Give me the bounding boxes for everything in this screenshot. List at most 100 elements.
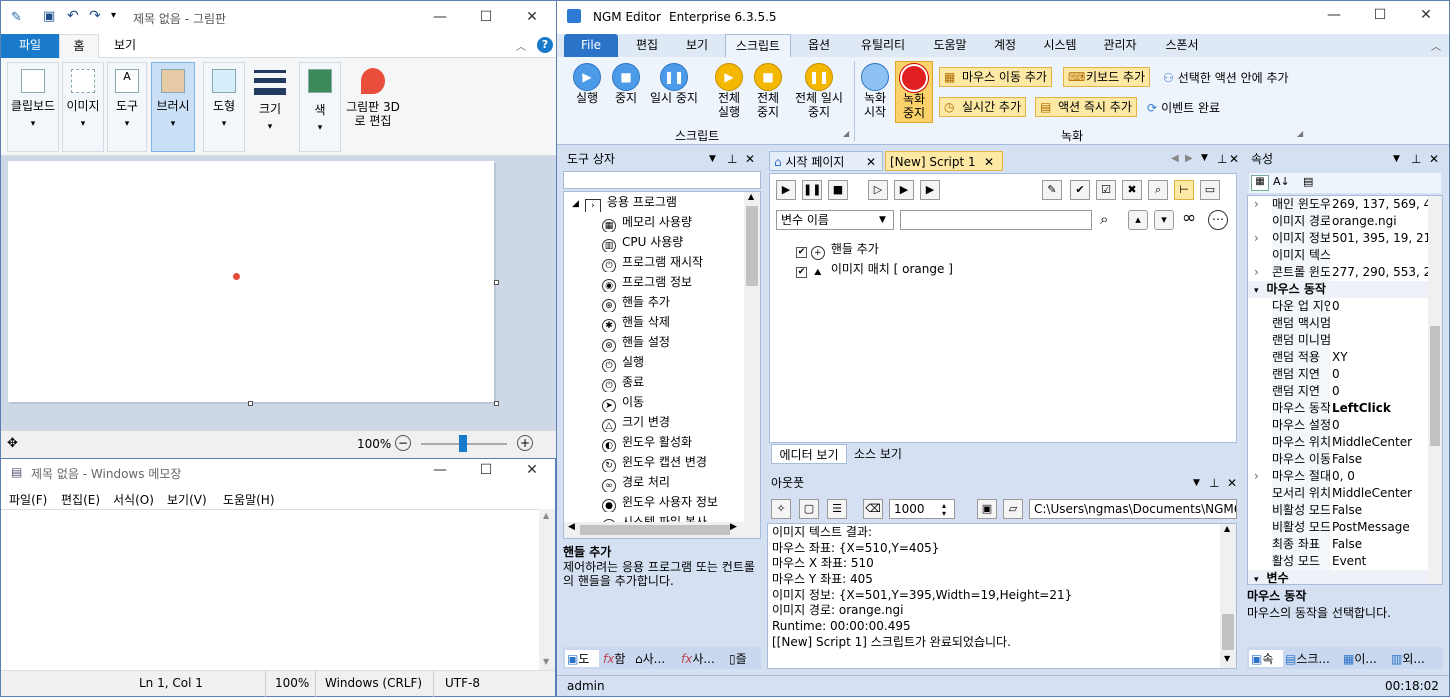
menu-view[interactable]: 보기(V) <box>167 491 207 508</box>
color-group[interactable]: 색 ▾ <box>299 62 341 152</box>
quick-access-dropdown-icon[interactable]: ▾ <box>111 10 116 21</box>
editor-screen-icon[interactable]: ▭ <box>1200 180 1220 200</box>
property-row[interactable]: 활성 모드 Event <box>1248 553 1428 570</box>
ngm-tab-sponsor[interactable]: 스폰서 <box>1157 34 1207 57</box>
zoom-out-icon[interactable]: − <box>395 435 411 451</box>
ngm-tab-help[interactable]: 도움말 <box>925 34 975 57</box>
output-list-icon[interactable]: ☰ <box>827 499 847 519</box>
help-icon[interactable]: ? <box>537 37 553 53</box>
record-group-launcher-icon[interactable]: ◢ <box>1297 129 1303 138</box>
property-section-mouse[interactable]: ▾ 마우스 동작 <box>1248 281 1428 298</box>
zoom-slider-thumb[interactable] <box>459 435 467 452</box>
bottom-tab-props[interactable]: ▣속 <box>1249 650 1283 667</box>
editor-pin-icon[interactable]: ⊥ <box>1217 152 1227 166</box>
add-inside-selected-link[interactable]: ⚇ 선택한 액션 안에 추가 <box>1163 69 1289 86</box>
toolbox-pin-icon[interactable]: ⊥ <box>727 149 737 169</box>
output-doc-icon[interactable]: ▢ <box>799 499 819 519</box>
output-dropdown-icon[interactable]: ▼ <box>1193 473 1200 493</box>
property-row[interactable]: 비활성 모드 False <box>1248 502 1428 519</box>
property-pages-icon[interactable]: ▤ <box>1303 175 1313 188</box>
output-eraser-icon[interactable]: ⌫ <box>863 499 883 519</box>
paint-maximize-icon[interactable]: ☐ <box>463 1 509 34</box>
tree-item[interactable]: ⏻ 실행 <box>602 352 742 372</box>
variable-select[interactable]: 변수 이름 ▼ <box>776 210 894 230</box>
item-checkbox[interactable]: ✔ <box>796 247 807 258</box>
save-icon[interactable]: ▣ <box>43 9 55 24</box>
editor-tree-icon[interactable]: ⊢ <box>1174 180 1194 200</box>
property-row[interactable]: 최종 좌표 False <box>1248 536 1428 553</box>
ngm-tab-account[interactable]: 계정 <box>983 34 1027 57</box>
zoom-in-icon[interactable]: + <box>517 435 533 451</box>
tree-item[interactable]: ⏻ 종료 <box>602 372 742 392</box>
bottom-tab-toolbox[interactable]: ▣도 <box>565 650 599 667</box>
tree-item[interactable]: ◐ 윈도우 활성화 <box>602 432 742 452</box>
tree-item[interactable]: ● 윈도우 사용자 정보 <box>602 492 742 512</box>
ngm-tab-file[interactable]: File <box>564 34 618 57</box>
ngm-tab-view[interactable]: 보기 <box>675 34 719 57</box>
pause-all-button[interactable]: ❚❚ 전체 일시 중지 <box>789 63 849 119</box>
menu-edit[interactable]: 편집(E) <box>61 491 100 508</box>
menu-help[interactable]: 도움말(H) <box>223 491 275 508</box>
output-path-input[interactable]: C:\Users\ngmas\Documents\NGM6\ <box>1029 499 1237 519</box>
script-item-image-match[interactable]: ✔ ⛰ 이미지 매치 [ orange ] <box>796 260 953 281</box>
property-row[interactable]: 이미지 경로 orange.ngi <box>1248 213 1428 230</box>
run-all-button[interactable]: ▶ 전체 실행 <box>709 63 749 119</box>
ngm-close-icon[interactable]: ✕ <box>1403 0 1449 32</box>
tree-item[interactable]: ⊕ 핸들 추가 <box>602 292 742 312</box>
script-tab-close-icon[interactable]: ✕ <box>984 152 994 170</box>
more-icon[interactable]: ⋯ <box>1208 210 1228 230</box>
output-line-count-input[interactable]: 1000 ▴ ▾ <box>889 499 955 519</box>
size-group[interactable]: 크기 ▾ <box>251 62 289 152</box>
toolbox-close-icon[interactable]: ✕ <box>745 149 755 169</box>
item-checkbox[interactable]: ✔ <box>796 267 807 278</box>
property-row[interactable]: › 이미지 정보 501, 395, 19, 21 <box>1248 230 1428 247</box>
tab-script-1[interactable]: [New] Script 1 ✕ <box>885 151 1003 171</box>
toolbox-hscrollbar[interactable]: ◀ ▶ <box>564 522 760 538</box>
output-folder-icon[interactable]: ▱ <box>1003 499 1023 519</box>
paint-canvas[interactable] <box>8 161 494 402</box>
record-stop-button[interactable]: 녹화 중지 <box>895 61 933 123</box>
paint-minimize-icon[interactable]: — <box>417 1 463 34</box>
output-pin-icon[interactable]: ⊥ <box>1209 473 1219 493</box>
output-save-icon[interactable]: ▣ <box>977 499 997 519</box>
properties-scrollbar[interactable] <box>1428 196 1442 584</box>
tree-item[interactable]: ↻ 윈도우 캡션 변경 <box>602 452 742 472</box>
editor-check-icon[interactable]: ✔ <box>1070 180 1090 200</box>
sort-az-icon[interactable]: A↓ <box>1273 175 1290 188</box>
output-close-icon[interactable]: ✕ <box>1227 473 1237 493</box>
paint-tab-view[interactable]: 보기 <box>105 34 145 58</box>
tab-scroll-right-icon[interactable]: ▶ <box>1185 153 1193 164</box>
editor-edit-icon[interactable]: ✎ <box>1042 180 1062 200</box>
ngm-tab-utility[interactable]: 유틸리티 <box>851 34 915 57</box>
editor-step-icon[interactable]: ▷ <box>868 180 888 200</box>
stop-button[interactable]: ■ 중지 <box>607 63 645 105</box>
add-mouse-move-button[interactable]: ▦ 마우스 이동 추가 <box>939 67 1052 87</box>
resize-handle-bottom[interactable] <box>248 401 253 406</box>
notepad-close-icon[interactable]: ✕ <box>509 456 555 484</box>
ngm-ribbon-collapse-icon[interactable]: ︿ <box>1431 38 1441 53</box>
tab-editor-view[interactable]: 에디터 보기 <box>771 444 847 464</box>
editor-close-icon[interactable]: ✕ <box>1229 152 1239 166</box>
tab-start-page[interactable]: ⌂ 시작 페이지 ✕ <box>769 151 883 171</box>
script-group-launcher-icon[interactable]: ◢ <box>843 129 849 138</box>
output-clean-icon[interactable]: ✧ <box>771 499 791 519</box>
record-start-button[interactable]: 녹화 시작 <box>857 63 893 119</box>
menu-file[interactable]: 파일(F) <box>9 491 47 508</box>
notepad-maximize-icon[interactable]: ☐ <box>463 456 509 484</box>
notepad-text-area[interactable] <box>1 509 539 670</box>
brush-group[interactable]: 브러시 ▾ <box>151 62 195 152</box>
property-row[interactable]: ›콘트롤 윈도우277, 290, 553, 274 <box>1248 264 1428 281</box>
editor-play-icon[interactable]: ▶ <box>776 180 796 200</box>
property-row[interactable]: 모서리 위치 MiddleCenter <box>1248 485 1428 502</box>
toolbox-search-input[interactable] <box>563 171 761 189</box>
undo-icon[interactable]: ↶ <box>67 8 79 24</box>
tree-item[interactable]: ▥ CPU 사용량 <box>602 232 742 252</box>
run-button[interactable]: ▶ 실행 <box>567 63 607 105</box>
stop-all-button[interactable]: ■ 전체 중지 <box>749 63 787 119</box>
tools-group[interactable]: A 도구 ▾ <box>107 62 147 152</box>
tree-root-application[interactable]: ◢ › 응용 프로그램 <box>572 192 677 212</box>
editor-stop-icon[interactable]: ■ <box>828 180 848 200</box>
paint3d-button[interactable]: 그림판 3D로 편집 <box>345 62 401 152</box>
resize-handle-corner[interactable] <box>494 401 499 406</box>
toolbox-dropdown-icon[interactable]: ▼ <box>709 149 716 169</box>
